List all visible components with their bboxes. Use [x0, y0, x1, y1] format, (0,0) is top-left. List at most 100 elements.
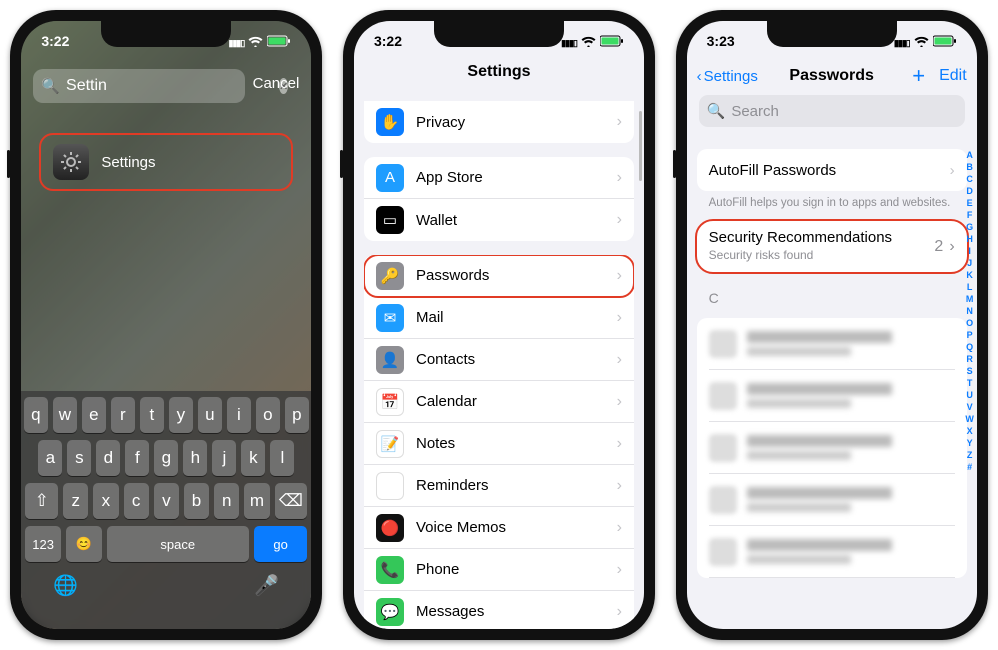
key-k[interactable]: k [241, 440, 265, 476]
kb-row-2: asdfghjkl [25, 440, 307, 476]
index-C[interactable]: C [964, 173, 976, 185]
key-n[interactable]: n [214, 483, 239, 519]
key-g[interactable]: g [154, 440, 178, 476]
settings-row-wallet[interactable]: ▭ Wallet › [364, 199, 634, 241]
settings-row-passwords[interactable]: 🔑 Passwords › [364, 255, 634, 297]
keyboard[interactable]: qwertyuiop asdfghjkl ⇧ zxcvbnm⌫ 123 😊 sp… [21, 391, 311, 629]
key-b[interactable]: b [184, 483, 209, 519]
key-a[interactable]: a [38, 440, 62, 476]
search-icon: 🔍 [707, 102, 726, 120]
index-G[interactable]: G [964, 221, 976, 233]
index-N[interactable]: N [964, 305, 976, 317]
index-V[interactable]: V [964, 401, 976, 413]
key-s[interactable]: s [67, 440, 91, 476]
index-#[interactable]: # [964, 461, 976, 473]
password-row[interactable] [709, 318, 955, 370]
key-l[interactable]: l [270, 440, 294, 476]
index-O[interactable]: O [964, 317, 976, 329]
settings-row-contacts[interactable]: 👤 Contacts › [364, 339, 634, 381]
key-w[interactable]: w [53, 397, 77, 433]
index-T[interactable]: T [964, 377, 976, 389]
sec-count: 2 [934, 238, 943, 256]
emoji-key[interactable]: 😊 [66, 526, 102, 562]
settings-row-calendar[interactable]: 📅 Calendar › [364, 381, 634, 423]
key-t[interactable]: t [140, 397, 164, 433]
edit-button[interactable]: Edit [939, 67, 967, 85]
key-o[interactable]: o [256, 397, 280, 433]
index-P[interactable]: P [964, 329, 976, 341]
index-M[interactable]: M [964, 293, 976, 305]
key-y[interactable]: y [169, 397, 193, 433]
scrollbar[interactable] [639, 111, 642, 181]
settings-row-notes[interactable]: 📝 Notes › [364, 423, 634, 465]
spotlight-search[interactable]: 🔍 ✕ [33, 69, 245, 103]
password-row[interactable] [709, 474, 955, 526]
key-r[interactable]: r [111, 397, 135, 433]
settings-row-mail[interactable]: ✉ Mail › [364, 297, 634, 339]
settings-list[interactable]: ✋ Privacy › A App Store ›▭ Wallet › 🔑 Pa… [354, 101, 644, 629]
key-m[interactable]: m [244, 483, 269, 519]
search-input[interactable] [66, 77, 273, 95]
key-i[interactable]: i [227, 397, 251, 433]
password-row[interactable] [709, 526, 955, 578]
go-key[interactable]: go [254, 526, 307, 562]
key-e[interactable]: e [82, 397, 106, 433]
settings-row-reminders[interactable]: ⋮ Reminders › [364, 465, 634, 507]
chevron-right-icon: › [617, 169, 622, 187]
password-row[interactable] [709, 422, 955, 474]
settings-row-phone[interactable]: 📞 Phone › [364, 549, 634, 591]
delete-key[interactable]: ⌫ [275, 483, 308, 519]
settings-row-voice-memos[interactable]: 🔴 Voice Memos › [364, 507, 634, 549]
index-U[interactable]: U [964, 389, 976, 401]
settings-row-messages[interactable]: 💬 Messages › [364, 591, 634, 629]
index-A[interactable]: A [964, 149, 976, 161]
key-h[interactable]: h [183, 440, 207, 476]
settings-row-app-store[interactable]: A App Store › [364, 157, 634, 199]
key-d[interactable]: d [96, 440, 120, 476]
key-q[interactable]: q [24, 397, 48, 433]
index-Y[interactable]: Y [964, 437, 976, 449]
shift-key[interactable]: ⇧ [25, 483, 58, 519]
index-X[interactable]: X [964, 425, 976, 437]
index-W[interactable]: W [964, 413, 976, 425]
key-z[interactable]: z [63, 483, 88, 519]
autofill-passwords-row[interactable]: AutoFill Passwords › [709, 149, 955, 191]
alpha-index[interactable]: ABCDEFGHIJKLMNOPQRSTUVWXYZ# [964, 149, 976, 621]
index-I[interactable]: I [964, 245, 976, 257]
search-field[interactable]: 🔍 Search [699, 95, 965, 127]
index-J[interactable]: J [964, 257, 976, 269]
settings-row-privacy[interactable]: ✋ Privacy › [364, 101, 634, 143]
password-row[interactable] [709, 370, 955, 422]
search-result-settings[interactable]: Settings [39, 133, 293, 191]
key-f[interactable]: f [125, 440, 149, 476]
index-Q[interactable]: Q [964, 341, 976, 353]
mic-icon[interactable]: 🎤 [254, 573, 279, 598]
index-B[interactable]: B [964, 161, 976, 173]
space-key[interactable]: space [107, 526, 249, 562]
index-F[interactable]: F [964, 209, 976, 221]
numbers-key[interactable]: 123 [25, 526, 61, 562]
chevron-right-icon: › [617, 113, 622, 131]
chevron-right-icon: › [617, 211, 622, 229]
index-E[interactable]: E [964, 197, 976, 209]
index-Z[interactable]: Z [964, 449, 976, 461]
add-button[interactable]: + [912, 63, 925, 89]
index-H[interactable]: H [964, 233, 976, 245]
chevron-right-icon: › [617, 477, 622, 495]
index-K[interactable]: K [964, 269, 976, 281]
globe-icon[interactable]: 🌐 [53, 573, 78, 598]
cancel-button[interactable]: Cancel [253, 75, 300, 92]
key-u[interactable]: u [198, 397, 222, 433]
key-p[interactable]: p [285, 397, 309, 433]
index-R[interactable]: R [964, 353, 976, 365]
index-D[interactable]: D [964, 185, 976, 197]
key-c[interactable]: c [124, 483, 149, 519]
key-x[interactable]: x [93, 483, 118, 519]
index-S[interactable]: S [964, 365, 976, 377]
key-v[interactable]: v [154, 483, 179, 519]
status-time: 3:22 [374, 33, 402, 49]
security-recommendations-row[interactable]: Security Recommendations Security risks … [695, 219, 969, 274]
key-j[interactable]: j [212, 440, 236, 476]
phone-icon: 📞 [376, 556, 404, 584]
index-L[interactable]: L [964, 281, 976, 293]
